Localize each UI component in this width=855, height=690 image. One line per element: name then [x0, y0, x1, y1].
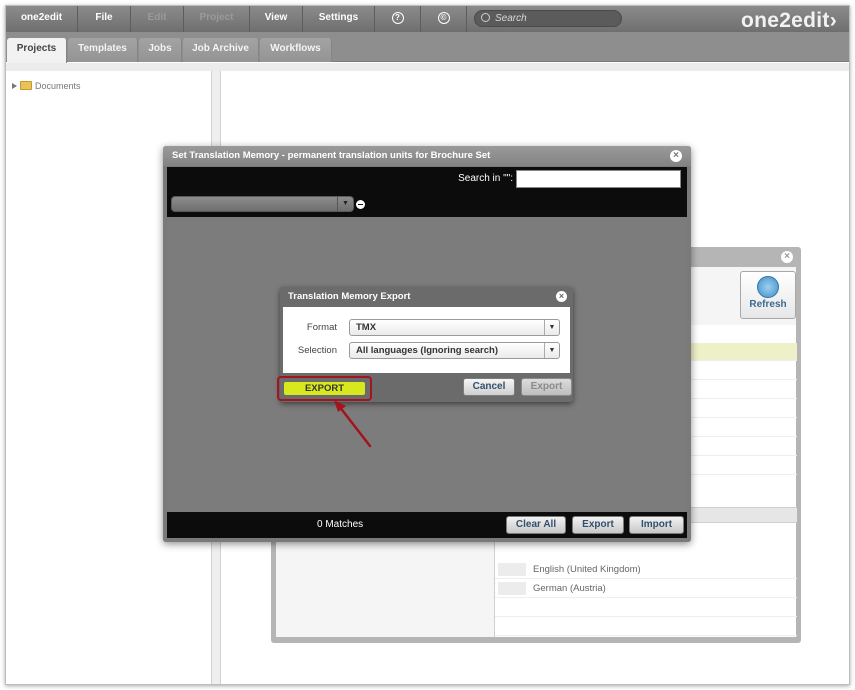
copyright-icon: © [437, 12, 450, 24]
tab-job-archive[interactable]: Job Archive [183, 38, 259, 62]
dialog-title-bar: Set Translation Memory - permanent trans… [163, 146, 691, 166]
search-bar: Search in "": [167, 167, 687, 191]
format-value: TMX [356, 322, 377, 333]
menu-edit[interactable]: Edit [131, 6, 184, 32]
export-dialog-title-bar: Translation Memory Export × [280, 287, 573, 306]
selection-select[interactable]: All languages (Ignoring search) ▼ [349, 342, 560, 359]
menu-file[interactable]: File [78, 6, 131, 32]
tree-item-documents[interactable]: Documents [12, 81, 81, 91]
search-icon [481, 13, 490, 22]
expand-arrow-icon[interactable] [12, 83, 17, 89]
remove-filter-icon[interactable] [356, 200, 365, 209]
close-icon[interactable]: × [556, 291, 567, 302]
menu-bar: one2edit File Edit Project View Settings… [6, 6, 849, 32]
global-search-input[interactable]: Search [474, 10, 622, 27]
search-label: Search in "": [458, 173, 513, 184]
tab-projects[interactable]: Projects [7, 38, 67, 63]
tab-bar: Projects Templates Jobs Job Archive Work… [6, 32, 849, 63]
dialog-footer: 0 Matches Clear All Export Import [167, 512, 687, 538]
refresh-button[interactable]: Refresh [740, 271, 796, 319]
matches-count: 0 Matches [317, 519, 364, 530]
help-button[interactable]: ? [375, 6, 421, 32]
callout-label: EXPORT [304, 383, 345, 394]
about-button[interactable]: © [421, 6, 467, 32]
flag-placeholder [498, 563, 526, 576]
selection-label: Selection [297, 345, 337, 356]
format-label: Format [306, 322, 337, 333]
chevron-down-icon: ▼ [544, 320, 559, 335]
format-select[interactable]: TMX ▼ [349, 319, 560, 336]
tree-item-label: Documents [35, 81, 81, 91]
import-button[interactable]: Import [629, 516, 684, 534]
chevron-down-icon: ▼ [544, 343, 559, 358]
language-label: English (United Kingdom) [533, 564, 641, 575]
menu-one2edit[interactable]: one2edit [6, 6, 78, 32]
pointer-arrow-icon [334, 400, 372, 448]
menu-view[interactable]: View [250, 6, 303, 32]
search-placeholder: Search [495, 13, 527, 24]
app-logo: one2edit› [740, 9, 837, 32]
close-icon[interactable]: × [670, 150, 682, 162]
filter-bar: ▼ [167, 191, 687, 217]
folder-icon [20, 81, 32, 90]
tab-jobs[interactable]: Jobs [139, 38, 182, 62]
export-dialog-title: Translation Memory Export [288, 291, 411, 302]
language-row[interactable]: German (Austria) [495, 580, 797, 598]
cancel-button[interactable]: Cancel [463, 378, 515, 396]
close-icon[interactable]: × [781, 251, 793, 263]
flag-placeholder [498, 582, 526, 595]
clear-all-button[interactable]: Clear All [506, 516, 566, 534]
search-input[interactable] [516, 170, 681, 188]
chevron-down-icon: ▼ [337, 197, 353, 211]
selection-value: All languages (Ignoring search) [356, 345, 498, 356]
help-icon: ? [391, 12, 404, 24]
list-item[interactable] [495, 618, 797, 636]
list-item[interactable] [495, 599, 797, 617]
language-row[interactable]: English (United Kingdom) [495, 561, 797, 579]
export-form: Format TMX ▼ Selection All languages (Ig… [283, 307, 570, 373]
language-label: German (Austria) [533, 583, 606, 594]
export-dialog-export-button[interactable]: Export [521, 378, 572, 396]
dialog-title: Set Translation Memory - permanent trans… [172, 150, 491, 161]
tab-workflows[interactable]: Workflows [260, 38, 332, 62]
language-filter-select[interactable]: ▼ [171, 196, 354, 212]
menu-project[interactable]: Project [184, 6, 250, 32]
tab-templates[interactable]: Templates [68, 38, 138, 62]
refresh-icon [757, 276, 779, 298]
export-button[interactable]: Export [572, 516, 624, 534]
menu-settings[interactable]: Settings [303, 6, 375, 32]
refresh-label: Refresh [749, 299, 787, 310]
